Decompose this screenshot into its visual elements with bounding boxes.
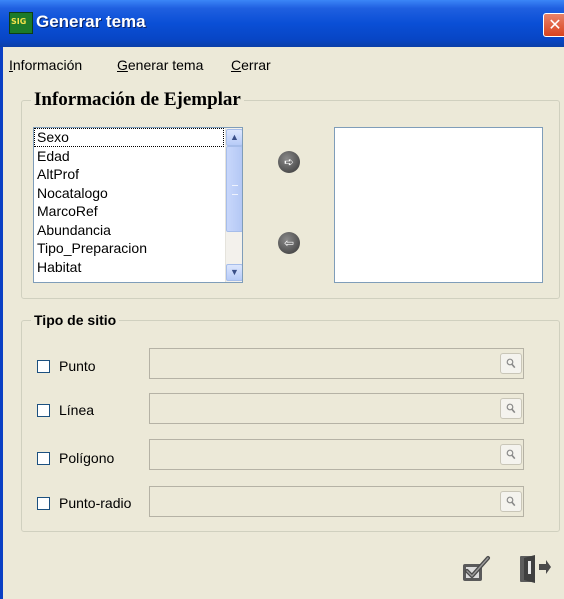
linea-label: Línea bbox=[59, 402, 95, 418]
generar-tema-window: SIG Generar tema ✕ Información Generar t… bbox=[0, 0, 564, 599]
punto-radio-field bbox=[149, 486, 524, 517]
informacion-ejemplar-title: Información de Ejemplar bbox=[34, 89, 241, 110]
menu-cerrar-label: errar bbox=[241, 57, 271, 73]
list-item[interactable]: MarcoRef bbox=[34, 202, 242, 221]
remove-field-button[interactable]: ⇦ bbox=[278, 232, 300, 254]
exit-button[interactable] bbox=[517, 553, 553, 590]
linea-field bbox=[149, 393, 524, 424]
tipo-sitio-title: Tipo de sitio bbox=[34, 312, 117, 328]
magnifier-icon bbox=[506, 358, 516, 369]
magnifier-icon bbox=[506, 496, 516, 507]
linea-checkbox[interactable] bbox=[37, 404, 50, 417]
app-icon: SIG bbox=[9, 12, 33, 34]
add-field-button[interactable]: ➪ bbox=[278, 151, 300, 173]
list-scrollbar[interactable]: ▲ ▼ bbox=[225, 128, 242, 282]
window-title: Generar tema bbox=[36, 12, 146, 31]
poligono-checkbox[interactable] bbox=[37, 452, 50, 465]
scroll-grip bbox=[232, 185, 238, 195]
accept-button[interactable] bbox=[460, 555, 492, 590]
magnifier-icon bbox=[506, 449, 516, 460]
menu-generar-tema[interactable]: Generar tema bbox=[117, 57, 203, 73]
title-bar: SIG Generar tema ✕ bbox=[0, 0, 564, 47]
list-item[interactable]: Nocatalogo bbox=[34, 184, 242, 203]
menu-generar-tema-label: enerar tema bbox=[127, 57, 204, 73]
punto-label: Punto bbox=[59, 358, 96, 374]
list-item[interactable]: Edad bbox=[34, 147, 242, 166]
selected-fields-list[interactable] bbox=[334, 127, 543, 283]
linea-search-button[interactable] bbox=[500, 398, 522, 419]
close-button[interactable]: ✕ bbox=[543, 13, 564, 37]
poligono-label: Polígono bbox=[59, 450, 115, 466]
menu-generar-tema-accesskey: G bbox=[117, 57, 128, 73]
menu-informacion-label: nformación bbox=[12, 57, 83, 73]
punto-radio-search-button[interactable] bbox=[500, 491, 522, 512]
app-icon-label: SIG bbox=[11, 17, 27, 26]
list-item[interactable]: AltProf bbox=[34, 165, 242, 184]
list-item[interactable]: Abundancia bbox=[34, 221, 242, 240]
menu-informacion[interactable]: Información bbox=[9, 57, 82, 73]
menu-cerrar-accesskey: C bbox=[231, 57, 242, 73]
list-item[interactable]: Tipo_Preparacion bbox=[34, 239, 242, 258]
list-item[interactable]: Sexo bbox=[34, 128, 224, 147]
menu-cerrar[interactable]: Cerrar bbox=[231, 57, 271, 73]
scroll-down-arrow[interactable]: ▼ bbox=[226, 264, 242, 281]
available-fields-list[interactable]: Sexo Edad AltProf Nocatalogo MarcoRef Ab… bbox=[33, 127, 243, 283]
check-icon bbox=[463, 556, 490, 581]
punto-radio-checkbox[interactable] bbox=[37, 497, 50, 510]
list-item[interactable]: Habitat bbox=[34, 258, 242, 277]
punto-field bbox=[149, 348, 524, 379]
scroll-thumb[interactable] bbox=[226, 146, 242, 232]
poligono-search-button[interactable] bbox=[500, 444, 522, 465]
scroll-up-arrow[interactable]: ▲ bbox=[226, 129, 242, 146]
poligono-field bbox=[149, 439, 524, 470]
exit-door-icon bbox=[520, 555, 551, 583]
magnifier-icon bbox=[506, 403, 516, 414]
punto-checkbox[interactable] bbox=[37, 360, 50, 373]
punto-radio-label: Punto-radio bbox=[59, 495, 132, 511]
punto-search-button[interactable] bbox=[500, 353, 522, 374]
menu-bar: Información Generar tema Cerrar bbox=[3, 47, 564, 81]
